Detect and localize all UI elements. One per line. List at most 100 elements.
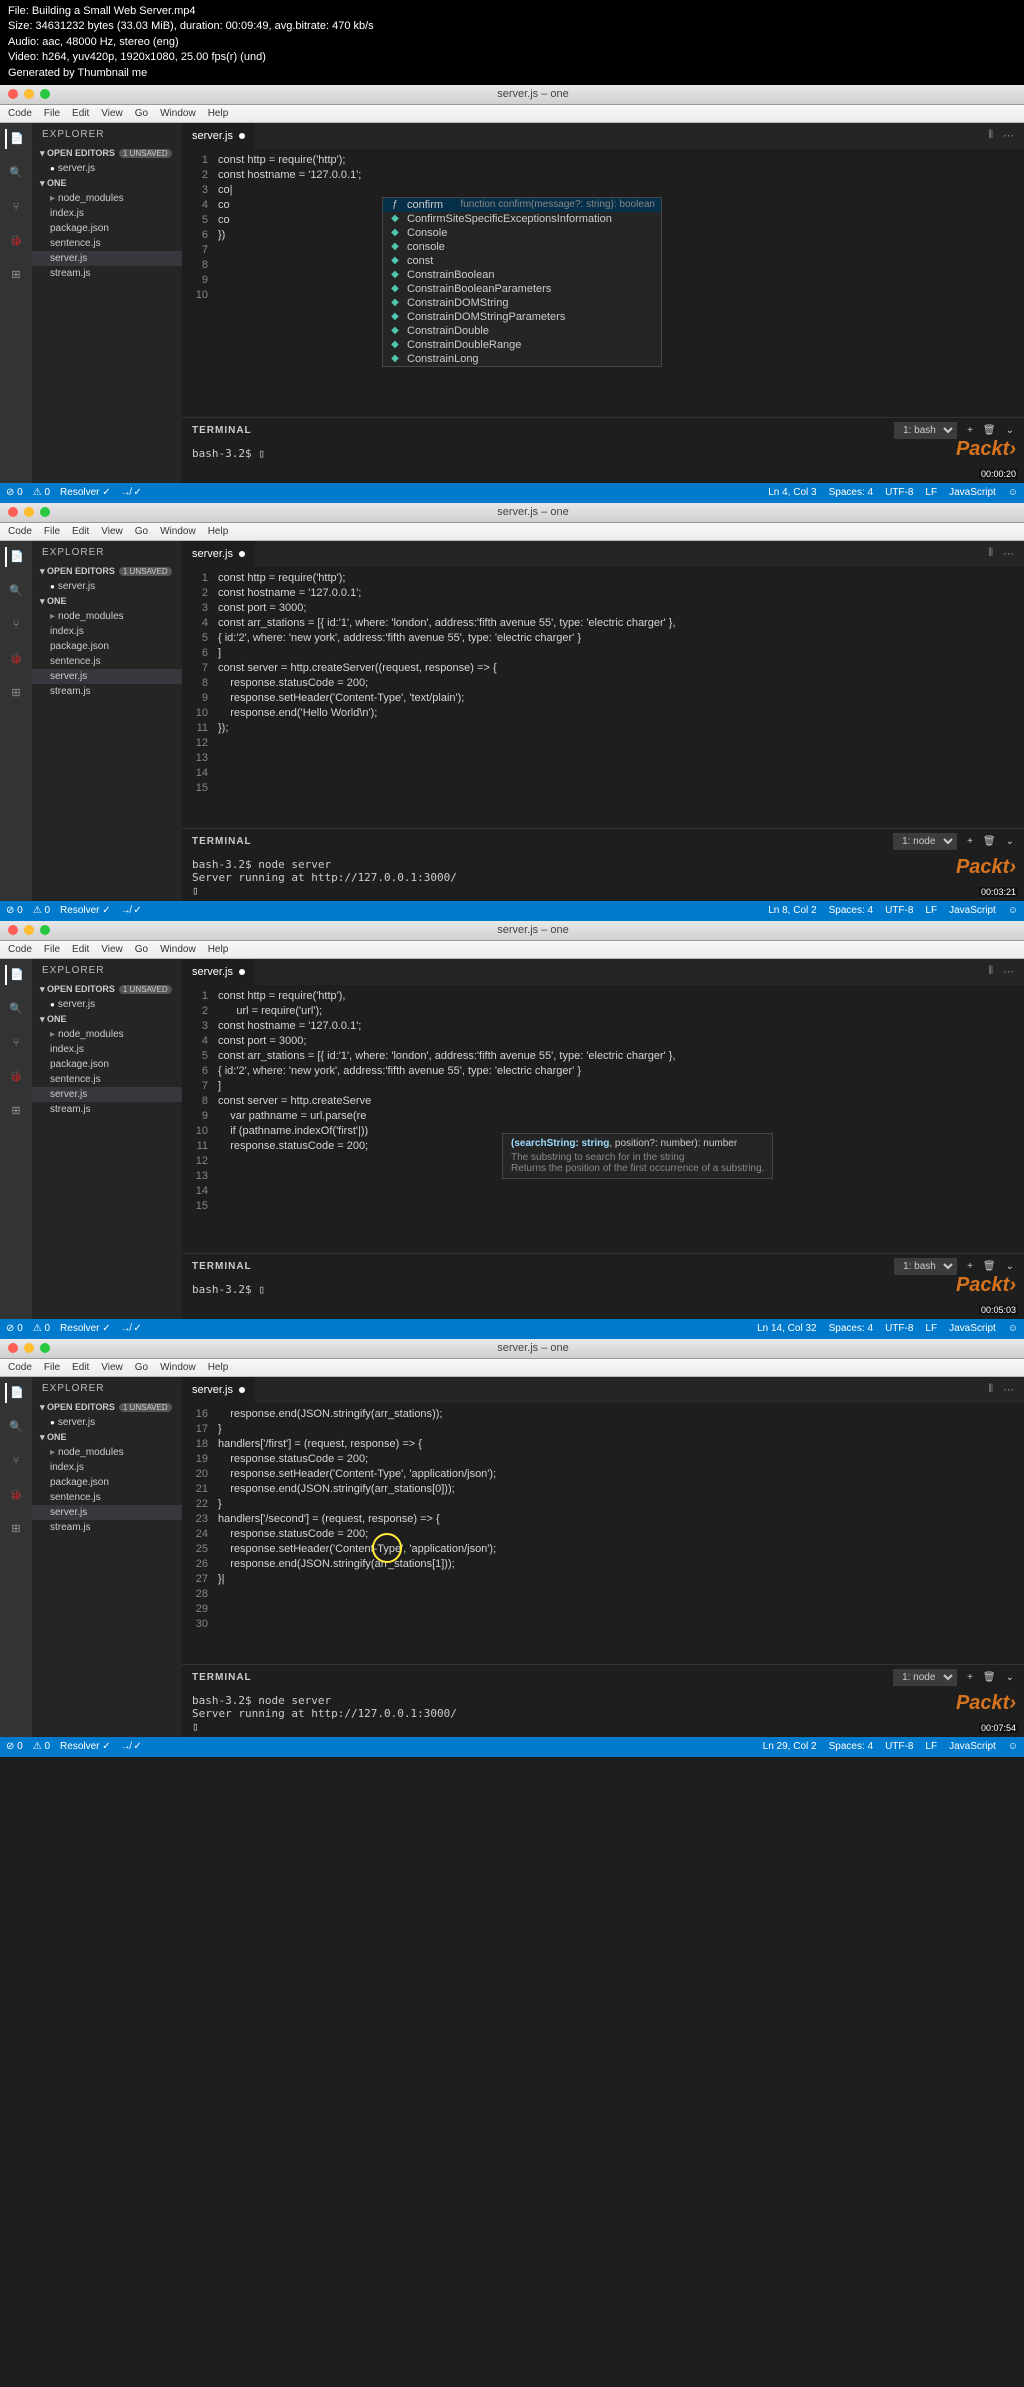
- open-editors-header[interactable]: ▾ OPEN EDITORS 1 UNSAVED: [32, 564, 182, 579]
- terminal-body[interactable]: bash-3.2$ ▯: [182, 443, 1024, 483]
- maximize-terminal-icon[interactable]: ⌄: [1006, 425, 1014, 436]
- autocomplete-item[interactable]: ◆Console: [383, 226, 661, 240]
- status-item[interactable]: Spaces: 4: [829, 1741, 873, 1752]
- maximize-window-icon[interactable]: [40, 507, 50, 517]
- status-item[interactable]: ↛ ✓: [121, 487, 142, 498]
- git-icon[interactable]: ⑂: [6, 615, 26, 635]
- autocomplete-item[interactable]: ◆const: [383, 254, 661, 268]
- menu-file[interactable]: File: [44, 944, 60, 955]
- open-editors-header[interactable]: ▾ OPEN EDITORS 1 UNSAVED: [32, 1400, 182, 1415]
- split-editor-icon[interactable]: ⫴: [988, 547, 993, 560]
- file-item[interactable]: stream.js: [32, 1520, 182, 1535]
- minimize-window-icon[interactable]: [24, 925, 34, 935]
- status-item[interactable]: ⊘ 0: [6, 1323, 23, 1334]
- terminal-label[interactable]: TERMINAL: [192, 1672, 252, 1683]
- files-icon[interactable]: 📄: [5, 965, 25, 985]
- file-item[interactable]: stream.js: [32, 1102, 182, 1117]
- open-editor-file[interactable]: server.js: [32, 1415, 182, 1430]
- maximize-terminal-icon[interactable]: ⌄: [1006, 1672, 1014, 1683]
- new-terminal-icon[interactable]: +: [967, 836, 973, 847]
- autocomplete-item[interactable]: ◆ConfirmSiteSpecificExceptionsInformatio…: [383, 212, 661, 226]
- git-icon[interactable]: ⑂: [6, 197, 26, 217]
- code-editor[interactable]: 123456789101112131415 const http = requi…: [182, 567, 1024, 828]
- more-actions-icon[interactable]: ⋯: [1003, 1383, 1014, 1396]
- menu-code[interactable]: Code: [8, 944, 32, 955]
- extensions-icon[interactable]: ⊞: [6, 1519, 26, 1539]
- new-terminal-icon[interactable]: +: [967, 425, 973, 436]
- status-item[interactable]: JavaScript: [949, 905, 996, 916]
- autocomplete-item[interactable]: ◆ConstrainDOMStringParameters: [383, 310, 661, 324]
- menu-edit[interactable]: Edit: [72, 1362, 89, 1373]
- close-window-icon[interactable]: [8, 1343, 18, 1353]
- menu-file[interactable]: File: [44, 1362, 60, 1373]
- status-item[interactable]: Ln 8, Col 2: [768, 905, 816, 916]
- maximize-terminal-icon[interactable]: ⌄: [1006, 836, 1014, 847]
- git-icon[interactable]: ⑂: [6, 1033, 26, 1053]
- kill-terminal-icon[interactable]: 🗑: [983, 425, 996, 436]
- project-header[interactable]: ▾ ONE: [32, 594, 182, 609]
- close-window-icon[interactable]: [8, 925, 18, 935]
- status-item[interactable]: ↛ ✓: [121, 1741, 142, 1752]
- kill-terminal-icon[interactable]: 🗑: [983, 836, 996, 847]
- file-item[interactable]: node_modules: [32, 191, 182, 206]
- terminal-label[interactable]: TERMINAL: [192, 1261, 252, 1272]
- status-item[interactable]: LF: [925, 905, 937, 916]
- tab-server-js[interactable]: server.js: [182, 959, 256, 985]
- terminal-shell-select[interactable]: 1: bash: [894, 422, 957, 439]
- files-icon[interactable]: 📄: [5, 129, 25, 149]
- open-editor-file[interactable]: server.js: [32, 161, 182, 176]
- maximize-terminal-icon[interactable]: ⌄: [1006, 1261, 1014, 1272]
- file-item[interactable]: package.json: [32, 639, 182, 654]
- status-item[interactable]: JavaScript: [949, 1323, 996, 1334]
- status-item[interactable]: ⊘ 0: [6, 1741, 23, 1752]
- project-header[interactable]: ▾ ONE: [32, 176, 182, 191]
- close-window-icon[interactable]: [8, 507, 18, 517]
- tab-server-js[interactable]: server.js: [182, 1377, 256, 1403]
- maximize-window-icon[interactable]: [40, 89, 50, 99]
- more-actions-icon[interactable]: ⋯: [1003, 547, 1014, 560]
- terminal-shell-select[interactable]: 1: node: [893, 1669, 957, 1686]
- terminal-shell-select[interactable]: 1: bash: [894, 1258, 957, 1275]
- menu-help[interactable]: Help: [208, 944, 229, 955]
- status-item[interactable]: Resolver ✓: [60, 905, 111, 916]
- menu-go[interactable]: Go: [135, 944, 148, 955]
- code-editor[interactable]: 161718192021222324252627282930 response.…: [182, 1403, 1024, 1664]
- debug-icon[interactable]: 🐞: [6, 1485, 26, 1505]
- file-item[interactable]: package.json: [32, 1057, 182, 1072]
- maximize-window-icon[interactable]: [40, 925, 50, 935]
- autocomplete-item[interactable]: ◆ConstrainBooleanParameters: [383, 282, 661, 296]
- search-icon[interactable]: 🔍: [6, 581, 26, 601]
- code-content[interactable]: const http = require('http');const hostn…: [214, 567, 1024, 828]
- git-icon[interactable]: ⑂: [6, 1451, 26, 1471]
- status-item[interactable]: ⚠ 0: [33, 487, 50, 498]
- status-item[interactable]: Ln 4, Col 3: [768, 487, 816, 498]
- status-item[interactable]: UTF-8: [885, 487, 913, 498]
- status-item[interactable]: ☺: [1008, 1741, 1018, 1752]
- search-icon[interactable]: 🔍: [6, 1417, 26, 1437]
- tab-server-js[interactable]: server.js: [182, 123, 256, 149]
- terminal-body[interactable]: bash-3.2$ node server Server running at …: [182, 854, 1024, 901]
- code-content[interactable]: const http = require('http'), url = requ…: [214, 985, 1024, 1253]
- file-item[interactable]: index.js: [32, 1042, 182, 1057]
- file-item[interactable]: index.js: [32, 1460, 182, 1475]
- open-editors-header[interactable]: ▾ OPEN EDITORS 1 UNSAVED: [32, 982, 182, 997]
- new-terminal-icon[interactable]: +: [967, 1672, 973, 1683]
- terminal-body[interactable]: bash-3.2$ node server Server running at …: [182, 1690, 1024, 1737]
- more-actions-icon[interactable]: ⋯: [1003, 965, 1014, 978]
- autocomplete-item[interactable]: ◆ConstrainDouble: [383, 324, 661, 338]
- file-item[interactable]: stream.js: [32, 266, 182, 281]
- status-item[interactable]: LF: [925, 1323, 937, 1334]
- menu-go[interactable]: Go: [135, 526, 148, 537]
- status-item[interactable]: ↛ ✓: [121, 1323, 142, 1334]
- project-header[interactable]: ▾ ONE: [32, 1012, 182, 1027]
- status-item[interactable]: Spaces: 4: [829, 487, 873, 498]
- status-item[interactable]: UTF-8: [885, 1323, 913, 1334]
- minimize-window-icon[interactable]: [24, 1343, 34, 1353]
- status-item[interactable]: ⚠ 0: [33, 1323, 50, 1334]
- status-item[interactable]: Resolver ✓: [60, 1741, 111, 1752]
- code-editor[interactable]: 123456789101112131415 const http = requi…: [182, 985, 1024, 1253]
- terminal-body[interactable]: bash-3.2$ ▯: [182, 1279, 1024, 1319]
- files-icon[interactable]: 📄: [5, 1383, 25, 1403]
- file-item[interactable]: server.js: [32, 1087, 182, 1102]
- code-content[interactable]: response.end(JSON.stringify(arr_stations…: [214, 1403, 1024, 1664]
